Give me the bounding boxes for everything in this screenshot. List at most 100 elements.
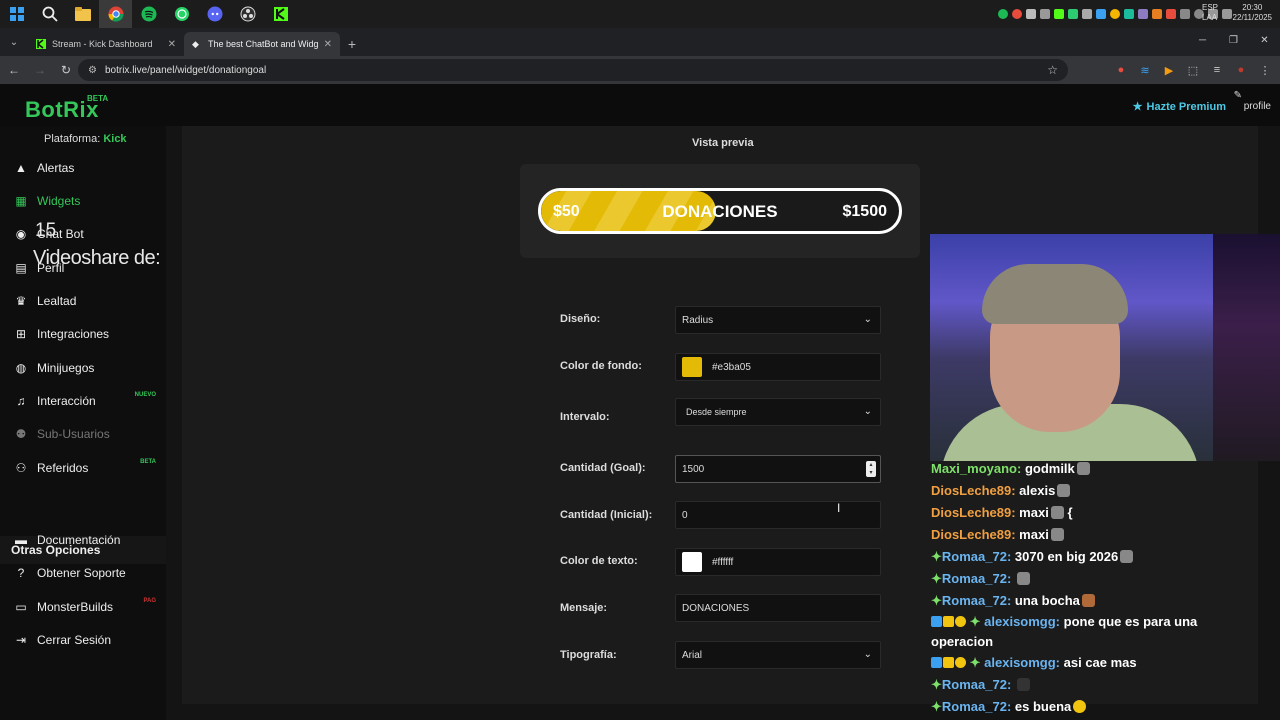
kick-tray-icon[interactable] — [1054, 9, 1064, 19]
intervalo-select[interactable]: Desde siempre ⌄ — [675, 398, 881, 426]
discord-icon[interactable] — [198, 0, 231, 28]
color-texto-swatch[interactable] — [682, 552, 702, 572]
extensions-puzzle-icon[interactable]: ⬚ — [1184, 61, 1202, 79]
display-tray-icon[interactable] — [1096, 9, 1106, 19]
preview-title: Vista previa — [692, 137, 754, 149]
shield-tray-icon[interactable] — [1124, 9, 1134, 19]
address-bar[interactable]: ⚙ botrix.live/panel/widget/donationgoal … — [78, 59, 1068, 81]
sparkle-icon: ✦ — [931, 593, 942, 608]
tab-search-chevron-icon[interactable]: ⌄ — [0, 28, 28, 56]
chat-badges — [931, 657, 966, 668]
extension-wave-icon[interactable]: ≋ — [1136, 61, 1154, 79]
chrome-icon[interactable] — [99, 0, 132, 28]
premium-label: Hazte Premium — [1146, 100, 1226, 113]
bookmark-star-icon[interactable]: ☆ — [1047, 63, 1058, 77]
webcam-cap — [982, 264, 1128, 324]
sidebar-item-lealtad[interactable]: ♛ Lealtad — [14, 290, 164, 312]
gamepad-tray-icon[interactable] — [1026, 9, 1036, 19]
tab-kick-dashboard[interactable]: Stream - Kick Dashboard ✕ — [28, 32, 184, 56]
sidebar-item-interaccion[interactable]: ♫ Interacción NUEVO — [14, 390, 164, 412]
sidebar-item-documentacion[interactable]: ▬ Documentación — [14, 529, 164, 551]
emote-icon — [1050, 528, 1064, 541]
app-tray-icon[interactable] — [1068, 9, 1078, 19]
tab-label: Stream - Kick Dashboard — [52, 39, 153, 49]
profile-avatar-icon[interactable]: ● — [1232, 61, 1250, 79]
close-tab-icon[interactable]: ✕ — [324, 39, 332, 50]
color-texto-field[interactable]: #ffffff — [675, 548, 881, 576]
browser-menu-icon[interactable]: ⋮ — [1256, 61, 1274, 79]
close-window-icon[interactable]: ✕ — [1249, 28, 1280, 52]
tool-tray-icon[interactable] — [1166, 9, 1176, 19]
cantidad-goal-input[interactable]: 1500 ▴ ▾ — [675, 455, 881, 483]
sparkle-icon: ✦ — [931, 571, 942, 586]
whatsapp-icon[interactable] — [165, 0, 198, 28]
spotify-tray-icon[interactable] — [998, 9, 1008, 19]
help-icon: ? — [17, 566, 25, 580]
spotify-icon[interactable] — [132, 0, 165, 28]
star-icon: ★ — [1132, 101, 1143, 113]
search-icon[interactable] — [33, 0, 66, 28]
color-fondo-field[interactable]: #e3ba05 — [675, 353, 881, 381]
extension-red-icon[interactable]: ● — [1112, 61, 1130, 79]
new-tab-icon[interactable]: + — [340, 32, 364, 56]
trophy-icon: ♛ — [15, 294, 27, 308]
monitor-tray-icon[interactable] — [1180, 9, 1190, 19]
new-badge: NUEVO — [134, 392, 156, 398]
back-icon[interactable]: ← — [2, 58, 26, 82]
profile-link[interactable]: profile — [1244, 101, 1271, 112]
site-info-icon[interactable]: ⚙ — [88, 65, 97, 76]
color-fondo-swatch[interactable] — [682, 357, 702, 377]
chat-message: ✦Romaa_72: es buena — [931, 696, 1231, 718]
language-indicator[interactable]: ESP LAA — [1202, 3, 1218, 23]
volume-tray-icon[interactable] — [1222, 9, 1232, 19]
sidebar-item-alertas[interactable]: ▲ Alertas — [14, 157, 164, 179]
pen-tray-icon[interactable] — [1138, 9, 1148, 19]
bluetooth-tray-icon[interactable] — [1040, 9, 1050, 19]
chat-message: ✦Romaa_72: una bocha — [931, 590, 1231, 612]
sidebar-item-widgets[interactable]: ▦ Widgets — [14, 190, 164, 212]
chevron-down-icon: ⌄ — [863, 649, 872, 660]
sidebar-item-cerrar-sesion[interactable]: ⇥ Cerrar Sesión — [14, 629, 164, 651]
sidebar-item-minijuegos[interactable]: ◍ Minijuegos — [14, 357, 164, 379]
chat-message: DiosLeche89: maxi { — [931, 505, 1073, 520]
media-controls-icon[interactable]: ≡ — [1208, 61, 1226, 79]
maximize-icon[interactable]: ❐ — [1218, 28, 1249, 52]
record-tray-icon[interactable] — [1012, 9, 1022, 19]
file-explorer-icon[interactable] — [66, 0, 99, 28]
chat-message: DiosLeche89: maxi — [931, 524, 1231, 546]
chrome-tray-icon[interactable] — [1110, 9, 1120, 19]
firefox-tray-icon[interactable] — [1152, 9, 1162, 19]
kick-favicon-icon — [36, 39, 46, 49]
color-texto-label: Color de texto: — [560, 555, 638, 567]
kick-icon[interactable] — [264, 0, 297, 28]
beta-badge: BETA — [87, 94, 109, 103]
book-icon: ▬ — [15, 533, 27, 547]
forward-icon[interactable]: → — [28, 58, 52, 82]
cantidad-inicial-input[interactable]: 0 — [675, 501, 881, 529]
start-icon[interactable] — [0, 0, 33, 28]
browser-tab-bar: ⌄ Stream - Kick Dashboard ✕ ◆ The best C… — [0, 28, 1280, 56]
minimize-icon[interactable]: ─ — [1187, 28, 1218, 52]
grid-icon: ▦ — [15, 194, 27, 208]
chat-message: DiosLeche89: alexis — [931, 480, 1231, 502]
emote-icon — [1120, 550, 1134, 563]
diseno-select[interactable]: Radius ⌄ — [675, 306, 881, 334]
sidebar-item-obtener-soporte[interactable]: ? Obtener Soporte — [14, 562, 164, 584]
sidebar-item-integraciones[interactable]: ⊞ Integraciones — [14, 323, 164, 345]
number-spinner[interactable]: ▴ ▾ — [866, 461, 876, 477]
obs-icon[interactable] — [231, 0, 264, 28]
close-tab-icon[interactable]: ✕ — [168, 39, 176, 50]
music-icon: ♫ — [16, 394, 26, 408]
tab-botrix[interactable]: ◆ The best ChatBot and Widgets ✕ — [184, 32, 340, 56]
clock[interactable]: 20:30 22/11/2025 — [1233, 3, 1272, 23]
premium-link[interactable]: ★ Hazte Premium — [1132, 100, 1226, 114]
extension-play-icon[interactable]: ▶ — [1160, 61, 1178, 79]
reload-icon[interactable]: ↻ — [54, 58, 78, 82]
mensaje-input[interactable]: DONACIONES — [675, 594, 881, 622]
folder-tray-icon[interactable] — [1082, 9, 1092, 19]
sidebar-item-referidos[interactable]: ⚇ Referidos BETA — [14, 457, 164, 479]
emote-icon — [1057, 484, 1071, 497]
tipografia-select[interactable]: Arial ⌄ — [675, 641, 881, 669]
sidebar-item-monsterbuilds[interactable]: ▭ MonsterBuilds PAG — [14, 596, 164, 618]
sidebar-item-sub-usuarios[interactable]: ⚉ Sub-Usuarios — [14, 423, 164, 445]
